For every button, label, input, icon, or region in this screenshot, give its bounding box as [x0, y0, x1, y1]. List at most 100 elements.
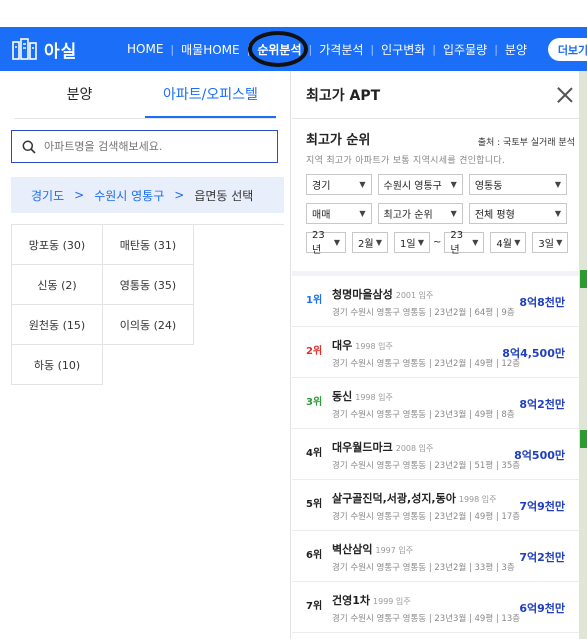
breadcrumb-dong-select[interactable]: 읍면동 선택 — [194, 187, 253, 204]
nav-price-analysis[interactable]: 가격분석 — [319, 41, 363, 58]
top-spacer — [0, 0, 587, 27]
deal-type-value: 매매 — [312, 210, 331, 221]
nav-divider: | — [308, 42, 313, 56]
chevron-down-icon: ▼ — [450, 180, 457, 189]
deal-info: 경기 수원시 영통구 영통동 | 23년2월 | 51평 | 35층 — [332, 461, 521, 471]
city-select-value: 수원시 영통구 — [383, 181, 442, 192]
end-day-value: 3일 — [538, 239, 554, 250]
apartment-name-text: 벽산삼익 — [332, 543, 373, 556]
map-marker[interactable] — [580, 430, 587, 448]
start-day-value: 1일 — [400, 239, 416, 250]
map-marker[interactable] — [580, 270, 587, 288]
end-month-select[interactable]: 4월 ▼ — [490, 232, 527, 253]
apartment-name: 동신 1998 입주 — [332, 388, 393, 404]
more-button[interactable]: 더보기 — [548, 38, 587, 61]
nav-population[interactable]: 인구변화 — [381, 41, 425, 58]
apartment-name-text: 대우월드마크 — [332, 441, 393, 454]
nav-divider: | — [370, 42, 375, 56]
rank-item[interactable]: 7위 건영1차 1999 입주 경기 수원시 영통구 영통동 | 23년3월 | … — [292, 582, 587, 633]
rank-item[interactable]: 3위 동신 1998 입주 경기 수원시 영통구 영통동 | 23년3월 | 49… — [292, 378, 587, 429]
tab-apartment-officetel[interactable]: 아파트/오피스텔 — [145, 71, 276, 118]
nav-supply[interactable]: 입주물량 — [443, 41, 487, 58]
dong-item[interactable]: 매탄동 (31) — [103, 225, 194, 265]
breadcrumb-city[interactable]: 수원시 영통구 — [94, 187, 164, 204]
breadcrumb-separator: > — [74, 188, 85, 202]
dong-grid: 망포동 (30) 매탄동 (31) 신동 (2) 영통동 (35) 원천동 (1… — [11, 224, 284, 385]
rank-item[interactable]: 4위 대우월드마크 2008 입주 경기 수원시 영통구 영통동 | 23년2월 … — [292, 429, 587, 480]
dong-item[interactable]: 영통동 (35) — [103, 265, 194, 305]
dong-item[interactable]: 원천동 (15) — [12, 305, 103, 345]
chevron-down-icon: ▼ — [359, 209, 366, 218]
filter-section: 최고가 순위 출처 : 국토부 실거래 분석 지역 최고가 아파트가 보통 지역… — [292, 119, 587, 256]
rank-item[interactable]: 1위 청명마을삼성 2001 입주 경기 수원시 영통구 영통동 | 23년2월 … — [292, 276, 587, 327]
chevron-down-icon: ▼ — [450, 209, 457, 218]
sort-value: 최고가 순위 — [383, 210, 433, 221]
logo-buildings-icon — [12, 38, 37, 60]
apartment-name: 살구골진덕,서광,성지,동아 1998 입주 — [332, 490, 496, 506]
search-box[interactable] — [11, 130, 278, 163]
deal-price: 7억2천만 — [519, 551, 565, 564]
nav-listing-home[interactable]: 매물HOME — [181, 41, 240, 58]
end-month-value: 4월 — [496, 239, 512, 250]
deal-type-select[interactable]: 매매 ▼ — [306, 203, 372, 224]
tab-presale[interactable]: 분양 — [14, 71, 145, 118]
chevron-down-icon: ▼ — [514, 238, 521, 247]
apartment-name: 벽산삼익 1997 입주 — [332, 541, 413, 557]
start-year-select[interactable]: 23년 ▼ — [306, 230, 346, 256]
chevron-down-icon: ▼ — [333, 238, 340, 247]
province-select-value: 경기 — [312, 181, 331, 192]
city-select[interactable]: 수원시 영통구 ▼ — [377, 174, 463, 195]
apartment-name-text: 건영1차 — [332, 594, 371, 607]
dong-item[interactable]: 이의동 (24) — [103, 305, 194, 345]
rank-item[interactable]: 2위 대우 1998 입주 경기 수원시 영통구 영통동 | 23년2월 | 49… — [292, 327, 587, 378]
dong-select[interactable]: 영통동 ▼ — [468, 174, 567, 195]
logo-text: 아실 — [44, 41, 78, 62]
start-month-select[interactable]: 2월 ▼ — [352, 232, 388, 253]
dong-item[interactable]: 하동 (10) — [12, 345, 103, 385]
rank-number: 2위 — [306, 346, 323, 357]
deal-price: 8억4,500만 — [502, 347, 565, 360]
logo[interactable]: 아실 — [12, 37, 112, 62]
move-in-year: 1998 입주 — [458, 495, 497, 504]
size-value: 전체 평형 — [474, 210, 515, 221]
dong-select-value: 영통동 — [474, 181, 503, 192]
rank-item[interactable]: 5위 살구골진덕,서광,성지,동아 1998 입주 경기 수원시 영통구 영통동 … — [292, 480, 587, 531]
end-year-select[interactable]: 23년 ▼ — [444, 230, 485, 256]
chevron-down-icon: ▼ — [554, 180, 561, 189]
move-in-year: 1999 입주 — [373, 597, 411, 606]
move-in-year: 1998 입주 — [355, 342, 393, 351]
search-icon — [22, 140, 36, 154]
rank-item[interactable]: 6위 벽산삼익 1997 입주 경기 수원시 영통구 영통동 | 23년2월 | … — [292, 531, 587, 582]
breadcrumb-province[interactable]: 경기도 — [31, 187, 64, 204]
nav-presale[interactable]: 분양 — [505, 41, 527, 58]
nav-divider: | — [246, 42, 251, 56]
filter-row-date: 23년 ▼ 2월 ▼ 1일 ▼ ~ 23년 ▼ 4월 ▼ 3일 ▼ — [306, 230, 573, 256]
apartment-name: 대우 1998 입주 — [332, 337, 393, 353]
province-select[interactable]: 경기 ▼ — [306, 174, 372, 195]
dong-item[interactable]: 망포동 (30) — [12, 225, 103, 265]
deal-price: 8억500만 — [514, 449, 565, 462]
sort-select[interactable]: 최고가 순위 ▼ — [377, 203, 463, 224]
rank-number: 6위 — [306, 550, 323, 561]
breadcrumb-separator: > — [174, 188, 185, 202]
nav-divider: | — [432, 42, 437, 56]
nav-home[interactable]: HOME — [127, 42, 163, 56]
close-icon[interactable] — [557, 87, 573, 103]
end-day-select[interactable]: 3일 ▼ — [532, 232, 569, 253]
size-select[interactable]: 전체 평형 ▼ — [468, 203, 567, 224]
rank-number: 5위 — [306, 499, 323, 510]
deal-info: 경기 수원시 영통구 영통동 | 23년2월 | 49평 | 12층 — [332, 359, 521, 369]
start-day-select[interactable]: 1일 ▼ — [394, 232, 430, 253]
date-range-separator: ~ — [433, 237, 442, 248]
deal-price: 8억8천만 — [519, 296, 565, 309]
search-input[interactable] — [44, 140, 264, 153]
dong-item[interactable]: 신동 (2) — [12, 265, 103, 305]
map-edge[interactable] — [579, 71, 587, 639]
rank-number: 3위 — [306, 397, 323, 408]
nav-rank-analysis[interactable]: 순위분석 — [257, 41, 301, 58]
start-month-value: 2월 — [358, 239, 374, 250]
deal-info: 경기 수원시 영통구 영통동 | 23년2월 | 64평 | 9층 — [332, 308, 515, 318]
deal-price: 8억2천만 — [519, 398, 565, 411]
section-description: 지역 최고가 아파트가 보통 지역시세를 견인합니다. — [306, 156, 506, 166]
nav-divider: | — [170, 42, 175, 56]
